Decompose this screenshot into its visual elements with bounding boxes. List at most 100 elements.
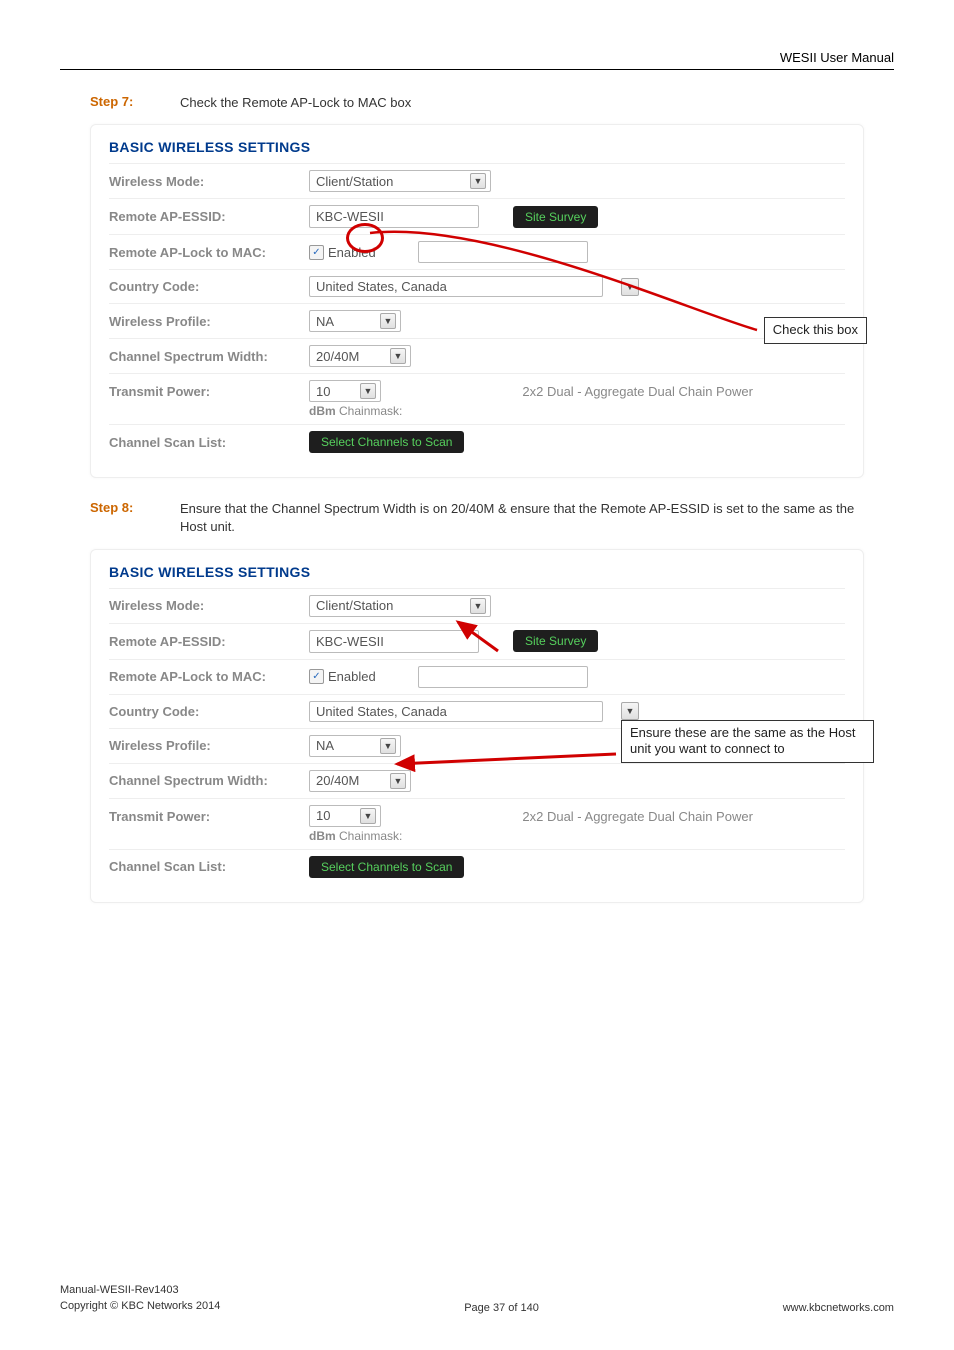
callout-ensure: Ensure these are the same as the Host un…	[621, 720, 874, 764]
label-remote-essid: Remote AP-ESSID:	[109, 209, 309, 224]
select-country[interactable]: United States, Canada ▼	[309, 276, 639, 297]
chevron-down-icon: ▼	[390, 348, 406, 364]
input-remote-lock-mac[interactable]	[418, 241, 588, 263]
tx-power-note: 2x2 Dual - Aggregate Dual Chain Power	[522, 380, 753, 399]
step7-text: Check the Remote AP-Lock to MAC box	[180, 94, 411, 112]
select-tx-power-2[interactable]: 10 ▼	[309, 805, 381, 827]
row-tx-power: Transmit Power: 10 ▼ dBm Chainmask: 2x2 …	[109, 373, 845, 424]
panel-2: BASIC WIRELESS SETTINGS Wireless Mode: C…	[90, 549, 864, 903]
select-profile-2-value: NA	[316, 738, 334, 753]
select-country-2-value: United States, Canada	[309, 701, 603, 722]
tx-power-unit-2: dBm	[309, 829, 336, 843]
step8-label: Step 8:	[90, 500, 180, 536]
chainmask-label: Chainmask:	[339, 404, 402, 418]
row-profile: Wireless Profile: NA ▼	[109, 303, 845, 338]
chevron-down-icon: ▼	[380, 738, 396, 754]
tx-power-unit: dBm	[309, 404, 336, 418]
row-scan-list-2: Channel Scan List: Select Channels to Sc…	[109, 849, 845, 884]
callout-ensure-text: Ensure these are the same as the Host un…	[630, 725, 855, 757]
red-circle-annotation	[346, 223, 384, 253]
select-wireless-mode-2-value: Client/Station	[316, 598, 393, 613]
chevron-down-icon: ▼	[360, 808, 376, 824]
site-survey-button[interactable]: Site Survey	[513, 206, 598, 228]
step8-text: Ensure that the Channel Spectrum Width i…	[180, 500, 864, 536]
label-spectrum: Channel Spectrum Width:	[109, 349, 309, 364]
header-title: WESII User Manual	[780, 50, 894, 65]
step7-label: Step 7:	[90, 94, 180, 112]
input-remote-lock-mac-2[interactable]	[418, 666, 588, 688]
select-country-2[interactable]: United States, Canada ▼	[309, 701, 639, 722]
label-profile: Wireless Profile:	[109, 314, 309, 329]
label-spectrum-2: Channel Spectrum Width:	[109, 773, 309, 788]
step8-block: Step 8: Ensure that the Channel Spectrum…	[90, 500, 864, 536]
callout-check-box: Check this box	[764, 317, 867, 344]
page-header: WESII User Manual	[60, 50, 894, 70]
row-remote-essid-2: Remote AP-ESSID: KBC-WESII Site Survey	[109, 623, 845, 659]
label-tx-power: Transmit Power:	[109, 380, 309, 399]
panel1-title: BASIC WIRELESS SETTINGS	[109, 139, 845, 155]
tx-power-note-2: 2x2 Dual - Aggregate Dual Chain Power	[522, 805, 753, 824]
footer-right: www.kbcnetworks.com	[783, 1302, 894, 1314]
select-wireless-mode[interactable]: Client/Station ▼	[309, 170, 491, 192]
row-scan-list: Channel Scan List: Select Channels to Sc…	[109, 424, 845, 459]
input-remote-essid[interactable]: KBC-WESII	[309, 205, 479, 228]
footer-line1: Manual-WESII-Rev1403	[60, 1283, 220, 1298]
chevron-down-icon: ▼	[470, 173, 486, 189]
input-remote-essid-2[interactable]: KBC-WESII	[309, 630, 479, 653]
site-survey-button-2[interactable]: Site Survey	[513, 630, 598, 652]
row-wireless-mode-2: Wireless Mode: Client/Station ▼	[109, 588, 845, 623]
label-country-2: Country Code:	[109, 704, 309, 719]
select-spectrum-2-value: 20/40M	[316, 773, 359, 788]
select-spectrum[interactable]: 20/40M ▼	[309, 345, 411, 367]
checkbox-enabled[interactable]: ✓	[309, 245, 324, 260]
select-profile-value: NA	[316, 314, 334, 329]
label-remote-essid-2: Remote AP-ESSID:	[109, 634, 309, 649]
select-profile-2[interactable]: NA ▼	[309, 735, 401, 757]
label-wireless-mode-2: Wireless Mode:	[109, 598, 309, 613]
select-wireless-mode-2[interactable]: Client/Station ▼	[309, 595, 491, 617]
row-spectrum: Channel Spectrum Width: 20/40M ▼	[109, 338, 845, 373]
callout-check-box-text: Check this box	[773, 322, 858, 337]
label-remote-lock: Remote AP-Lock to MAC:	[109, 245, 309, 260]
label-remote-lock-2: Remote AP-Lock to MAC:	[109, 669, 309, 684]
label-profile-2: Wireless Profile:	[109, 738, 309, 753]
chainmask-label-2: Chainmask:	[339, 829, 402, 843]
panel2-title: BASIC WIRELESS SETTINGS	[109, 564, 845, 580]
select-tx-power-2-value: 10	[316, 808, 330, 823]
checkbox-enabled-label-2: Enabled	[328, 669, 376, 684]
chevron-down-icon: ▼	[621, 278, 639, 296]
select-spectrum-2[interactable]: 20/40M ▼	[309, 770, 411, 792]
footer-line2: Copyright © KBC Networks 2014	[60, 1299, 220, 1314]
page-footer: Manual-WESII-Rev1403 Copyright © KBC Net…	[60, 1283, 894, 1314]
row-remote-lock-2: Remote AP-Lock to MAC: ✓ Enabled	[109, 659, 845, 694]
chevron-down-icon: ▼	[380, 313, 396, 329]
label-scan-list: Channel Scan List:	[109, 435, 309, 450]
select-tx-power-value: 10	[316, 384, 330, 399]
label-scan-list-2: Channel Scan List:	[109, 859, 309, 874]
row-remote-essid: Remote AP-ESSID: KBC-WESII Site Survey	[109, 198, 845, 234]
row-country: Country Code: United States, Canada ▼	[109, 269, 845, 303]
select-spectrum-value: 20/40M	[316, 349, 359, 364]
panel-1: BASIC WIRELESS SETTINGS Wireless Mode: C…	[90, 124, 864, 478]
checkbox-enabled-2[interactable]: ✓	[309, 669, 324, 684]
select-wireless-mode-value: Client/Station	[316, 174, 393, 189]
chevron-down-icon: ▼	[360, 383, 376, 399]
select-profile[interactable]: NA ▼	[309, 310, 401, 332]
chevron-down-icon: ▼	[621, 702, 639, 720]
select-channels-button-2[interactable]: Select Channels to Scan	[309, 856, 464, 878]
step7-block: Step 7: Check the Remote AP-Lock to MAC …	[90, 94, 864, 112]
label-tx-power-2: Transmit Power:	[109, 805, 309, 824]
select-country-value: United States, Canada	[309, 276, 603, 297]
chevron-down-icon: ▼	[470, 598, 486, 614]
label-country: Country Code:	[109, 279, 309, 294]
input-remote-essid-2-value: KBC-WESII	[316, 634, 384, 649]
footer-center: Page 37 of 140	[464, 1302, 539, 1314]
row-remote-lock: Remote AP-Lock to MAC: ✓ Enabled	[109, 234, 845, 269]
select-tx-power[interactable]: 10 ▼	[309, 380, 381, 402]
label-wireless-mode: Wireless Mode:	[109, 174, 309, 189]
row-tx-power-2: Transmit Power: 10 ▼ dBm Chainmask: 2x2 …	[109, 798, 845, 849]
select-channels-button[interactable]: Select Channels to Scan	[309, 431, 464, 453]
chevron-down-icon: ▼	[390, 773, 406, 789]
row-wireless-mode: Wireless Mode: Client/Station ▼	[109, 163, 845, 198]
input-remote-essid-value: KBC-WESII	[316, 209, 384, 224]
